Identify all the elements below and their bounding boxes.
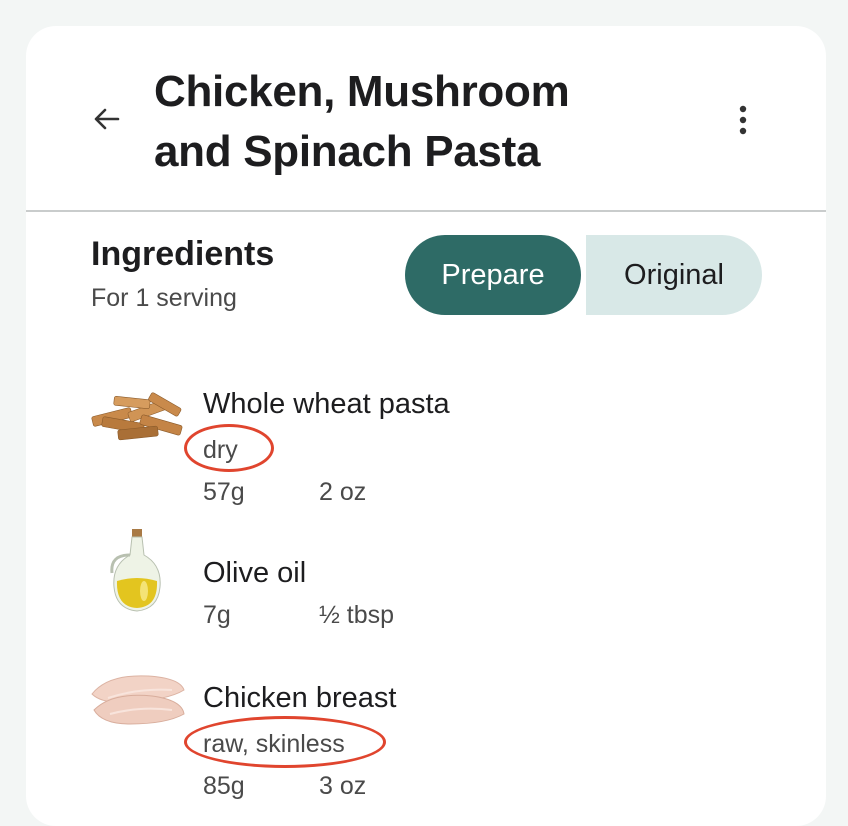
header-divider	[26, 210, 826, 212]
arrow-left-icon	[94, 108, 120, 130]
ingredient-item-olive-oil[interactable]: Olive oil 7g ½ tbsp	[26, 523, 826, 643]
toggle-original[interactable]: Original	[586, 235, 762, 315]
penne-pasta-image	[91, 392, 183, 441]
ingredient-measure: 2 oz	[319, 478, 367, 506]
back-button[interactable]	[90, 102, 124, 136]
ingredient-grams: 7g	[203, 601, 231, 629]
olive-oil-image	[110, 529, 161, 612]
more-options-button[interactable]	[726, 100, 760, 140]
ingredient-item-chicken[interactable]: Chicken breast raw, skinless 85g 3 oz	[26, 652, 826, 800]
page-title: Chicken, Mushroom and Spinach Pasta	[154, 62, 674, 182]
toggle-prepare[interactable]: Prepare	[405, 235, 581, 315]
highlight-circle	[184, 716, 386, 768]
recipe-card: Chicken, Mushroom and Spinach Pasta Ingr…	[26, 26, 826, 826]
ingredient-item-pasta[interactable]: Whole wheat pasta dry 57g 2 oz	[26, 356, 826, 506]
ingredient-measure: ½ tbsp	[319, 601, 395, 629]
ingredient-grams: 85g	[203, 772, 245, 800]
more-vertical-icon	[739, 105, 747, 135]
ingredients-heading: Ingredients	[91, 235, 275, 273]
header: Chicken, Mushroom and Spinach Pasta	[26, 26, 826, 210]
chicken-breast-image	[91, 675, 185, 725]
title-line-2: and Spinach Pasta	[154, 127, 541, 176]
ingredient-name: Whole wheat pasta	[203, 388, 450, 420]
highlight-circle	[184, 424, 274, 472]
ingredient-name: Olive oil	[203, 557, 307, 589]
ingredient-grams: 57g	[203, 478, 245, 506]
ingredient-name: Chicken breast	[203, 682, 397, 714]
ingredient-measure: 3 oz	[319, 772, 367, 800]
serving-size-label: For 1 serving	[91, 284, 237, 312]
title-line-1: Chicken, Mushroom	[154, 67, 570, 116]
